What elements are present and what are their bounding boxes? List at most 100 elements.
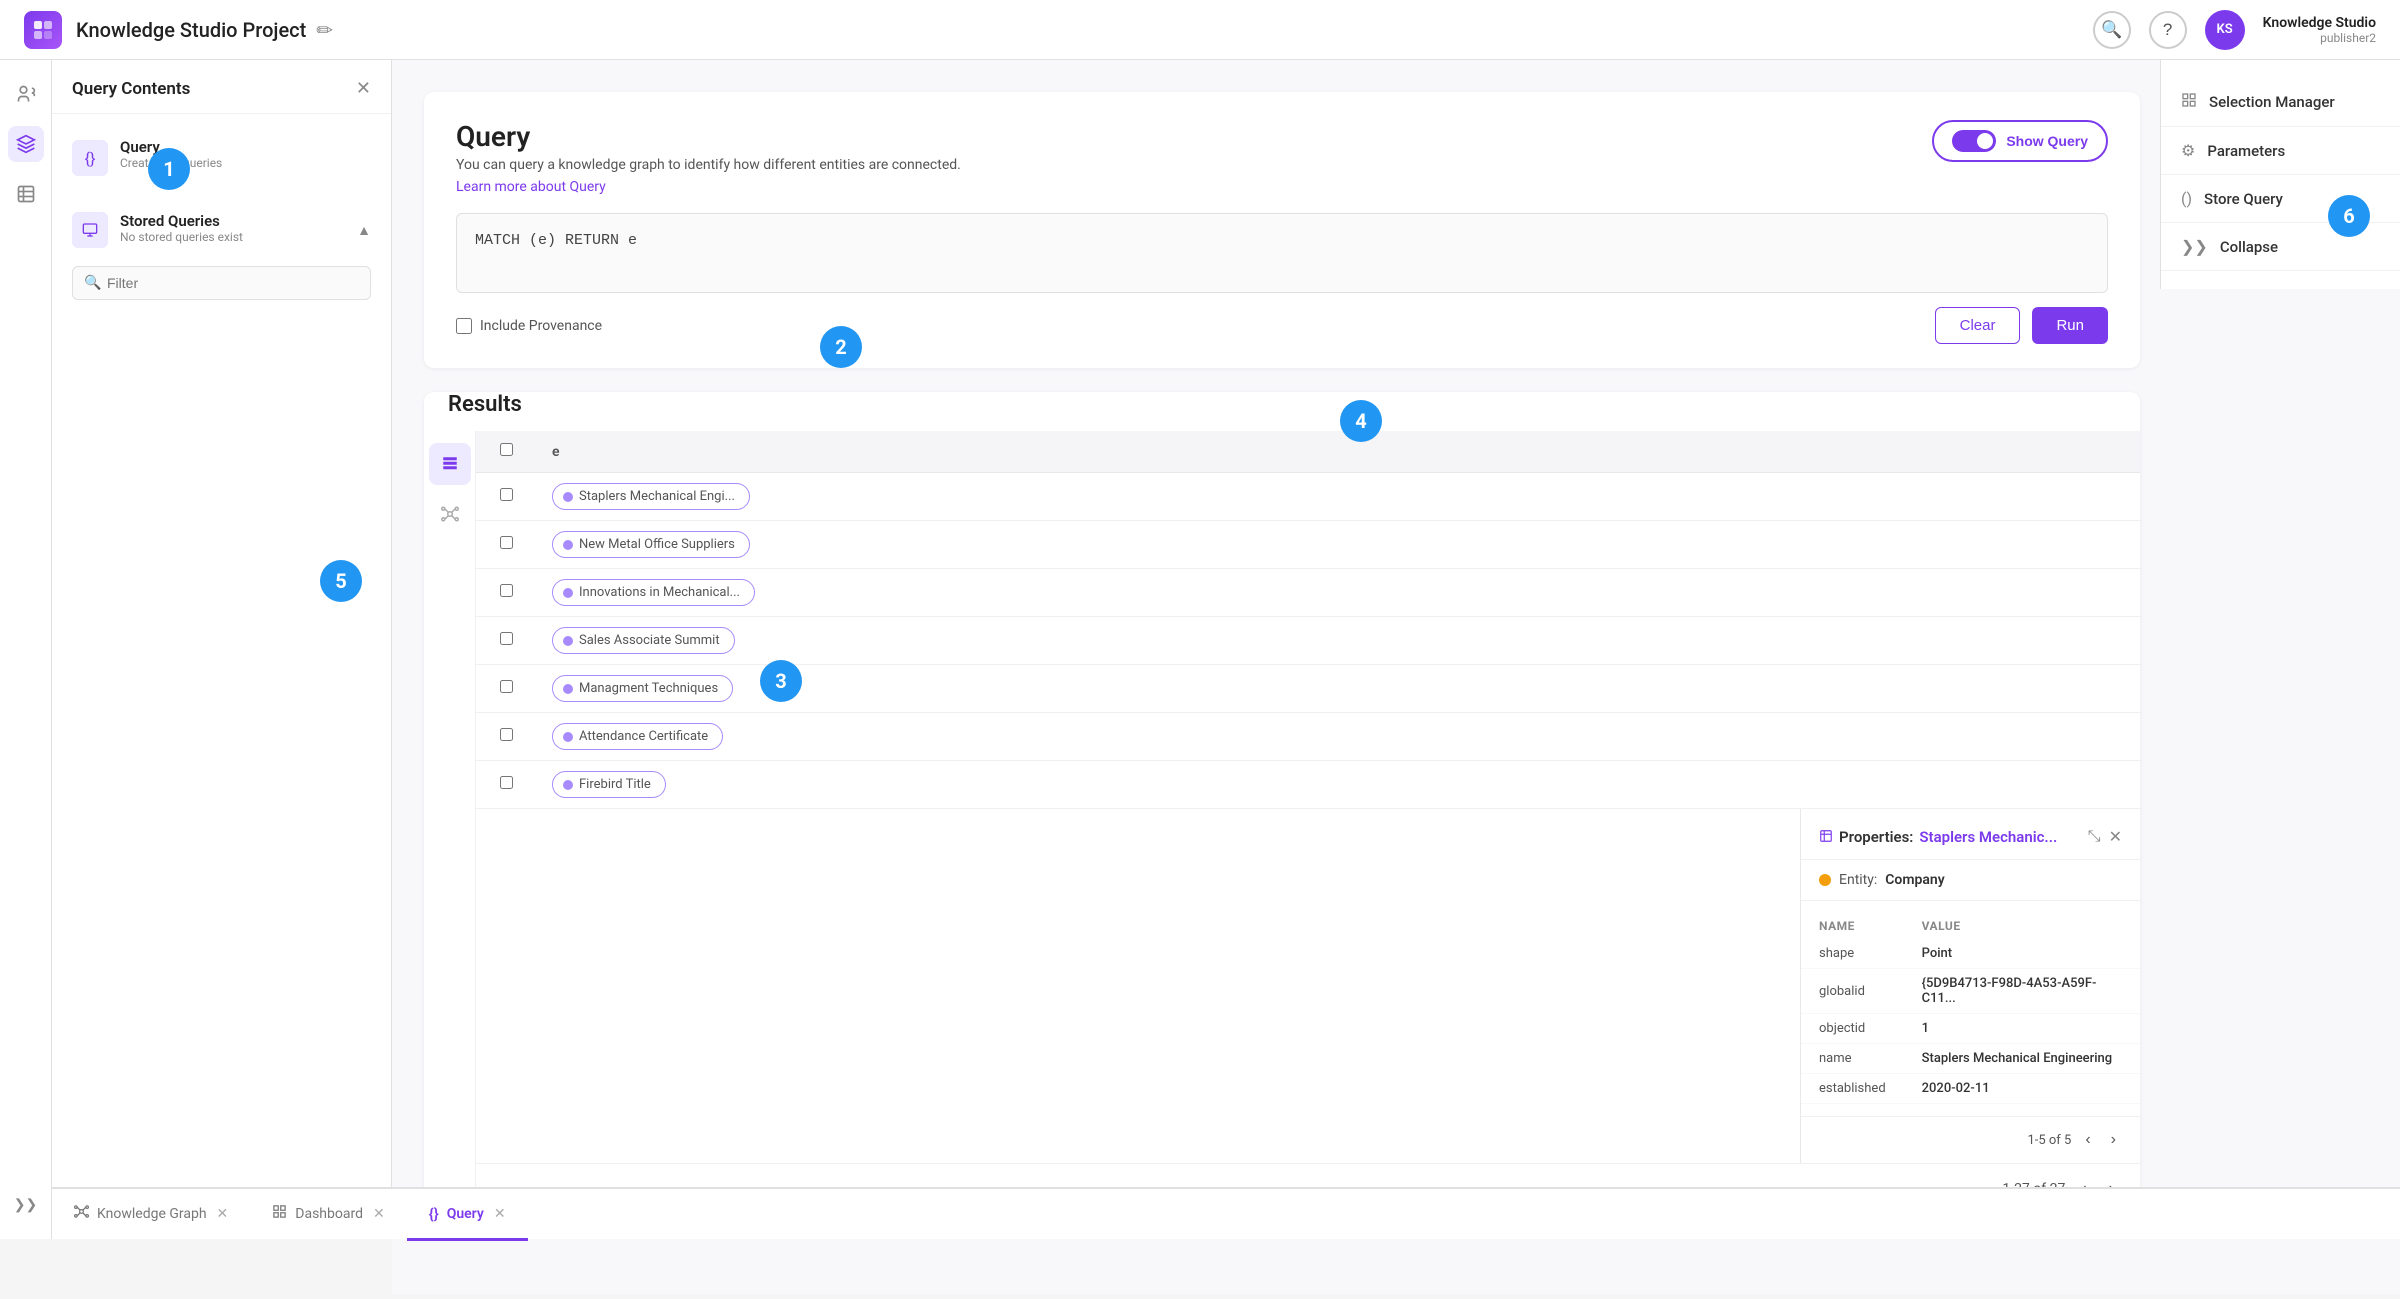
stored-queries-title: Stored Queries bbox=[120, 212, 243, 230]
expand-icon[interactable]: ❯❯ bbox=[8, 1187, 44, 1223]
query-description: You can query a knowledge graph to ident… bbox=[456, 157, 961, 173]
row-checkbox[interactable] bbox=[500, 680, 513, 693]
table-row[interactable]: New Metal Office Suppliers bbox=[476, 521, 2140, 569]
dashboard-tab-close[interactable]: ✕ bbox=[373, 1205, 385, 1222]
col-checkbox-header bbox=[476, 431, 536, 473]
props-expand-button[interactable]: ⤡ bbox=[2088, 827, 2101, 847]
props-close-button[interactable]: ✕ bbox=[2109, 827, 2122, 847]
entity-tag-dot bbox=[563, 780, 573, 790]
tab-knowledge-graph[interactable]: Knowledge Graph ✕ bbox=[52, 1189, 250, 1241]
provenance-checkbox-label[interactable]: Include Provenance bbox=[456, 318, 602, 334]
table-row[interactable]: Staplers Mechanical Engi... bbox=[476, 473, 2140, 521]
toggle-pill bbox=[1952, 130, 1996, 152]
learn-more-link[interactable]: Learn more about Query bbox=[456, 179, 606, 195]
graph-view-button[interactable] bbox=[429, 493, 471, 535]
entity-tag-dot bbox=[563, 684, 573, 694]
sidebar-icon-layers[interactable] bbox=[8, 126, 44, 162]
entity-row: Entity: Company bbox=[1801, 860, 2140, 901]
run-button[interactable]: Run bbox=[2032, 307, 2108, 344]
entity-tag[interactable]: Sales Associate Summit bbox=[552, 627, 735, 654]
filter-search-icon: 🔍 bbox=[84, 275, 101, 291]
query-editor[interactable]: MATCH (e) RETURN e bbox=[456, 213, 2108, 293]
table-row[interactable]: Innovations in Mechanical... bbox=[476, 569, 2140, 617]
show-query-button[interactable]: Show Query bbox=[1932, 120, 2108, 162]
step-badge-2: 2 bbox=[820, 326, 862, 368]
chevron-up-button[interactable]: ▲ bbox=[357, 222, 371, 238]
step-badge-3: 3 bbox=[760, 660, 802, 702]
provenance-checkbox[interactable] bbox=[456, 318, 472, 334]
filter-wrap: 🔍 bbox=[52, 256, 391, 310]
entity-tag-dot bbox=[563, 588, 573, 598]
entity-tag[interactable]: Innovations in Mechanical... bbox=[552, 579, 755, 606]
row-checkbox-cell bbox=[476, 569, 536, 617]
project-title: Knowledge Studio Project ✏ bbox=[76, 18, 333, 42]
entity-tag[interactable]: Staplers Mechanical Engi... bbox=[552, 483, 750, 510]
collapse-icon: ❯❯ bbox=[2181, 237, 2208, 256]
bottom-tabs: Knowledge Graph ✕ Dashboard ✕ {} Query ✕ bbox=[52, 1187, 2400, 1239]
edit-icon[interactable]: ✏ bbox=[316, 18, 333, 42]
props-col-value: Value bbox=[1904, 913, 2140, 939]
step-badge-6: 6 bbox=[2328, 195, 2370, 237]
row-checkbox[interactable] bbox=[500, 632, 513, 645]
query-item-section: {} Query Create new queries bbox=[52, 114, 391, 200]
parameters-label: Parameters bbox=[2207, 142, 2285, 160]
row-entity-cell: Sales Associate Summit bbox=[536, 617, 2140, 665]
row-checkbox[interactable] bbox=[500, 776, 513, 789]
right-panel-selection-manager[interactable]: Selection Manager bbox=[2161, 78, 2400, 127]
tab-query[interactable]: {} Query ✕ bbox=[407, 1189, 528, 1241]
entity-tag[interactable]: New Metal Office Suppliers bbox=[552, 531, 750, 558]
table-view-button[interactable] bbox=[429, 443, 471, 485]
entity-tag[interactable]: Firebird Title bbox=[552, 771, 666, 798]
props-row: objectid 1 bbox=[1801, 1014, 2140, 1044]
app-logo bbox=[24, 11, 62, 49]
main-content: Query You can query a knowledge graph to… bbox=[392, 60, 2400, 1294]
sidebar-icon-table[interactable] bbox=[8, 176, 44, 212]
panel-close-button[interactable]: ✕ bbox=[356, 78, 371, 99]
row-entity-cell: Innovations in Mechanical... bbox=[536, 569, 2140, 617]
tab-dashboard[interactable]: Dashboard ✕ bbox=[250, 1189, 406, 1241]
sidebar-icon-users[interactable] bbox=[8, 76, 44, 112]
props-col-name: Name bbox=[1801, 913, 1904, 939]
clear-button[interactable]: Clear bbox=[1935, 307, 2021, 344]
right-panel-parameters[interactable]: ⚙ Parameters bbox=[2161, 127, 2400, 175]
query-section: Query You can query a knowledge graph to… bbox=[424, 92, 2140, 368]
entity-tag[interactable]: Attendance Certificate bbox=[552, 723, 723, 750]
query-item[interactable]: {} Query Create new queries bbox=[72, 128, 371, 186]
parameters-icon: ⚙ bbox=[2181, 141, 2195, 160]
collapse-label: Collapse bbox=[2220, 238, 2278, 256]
filter-input[interactable] bbox=[72, 266, 371, 300]
search-button[interactable]: 🔍 bbox=[2093, 11, 2131, 49]
props-row: Properties: Staplers Mechanic... ⤡ ✕ Ent… bbox=[476, 809, 2140, 1163]
props-next-button[interactable]: › bbox=[2105, 1127, 2122, 1153]
table-row[interactable]: Attendance Certificate bbox=[476, 713, 2140, 761]
selection-manager-icon bbox=[2181, 92, 2197, 112]
props-prev-button[interactable]: ‹ bbox=[2079, 1127, 2096, 1153]
row-checkbox[interactable] bbox=[500, 536, 513, 549]
table-row[interactable]: Firebird Title bbox=[476, 761, 2140, 809]
props-row: name Staplers Mechanical Engineering bbox=[1801, 1044, 2140, 1074]
entity-tag[interactable]: Managment Techniques bbox=[552, 675, 733, 702]
store-query-label: Store Query bbox=[2204, 190, 2283, 208]
props-row: globalid {5D9B4713-F98D-4A53-A59F-C11... bbox=[1801, 969, 2140, 1014]
step-badge-4: 4 bbox=[1340, 400, 1382, 442]
col-e-header: e bbox=[536, 431, 2140, 473]
entity-tag-dot bbox=[563, 540, 573, 550]
help-button[interactable]: ? bbox=[2149, 11, 2187, 49]
results-table-wrap: e Staplers Mechanical Engi... New Metal … bbox=[476, 431, 2140, 1214]
table-row[interactable]: Managment Techniques bbox=[476, 665, 2140, 713]
select-all-checkbox[interactable] bbox=[500, 443, 513, 456]
results-table: e Staplers Mechanical Engi... New Metal … bbox=[476, 431, 2140, 809]
props-title-icon bbox=[1819, 828, 1833, 847]
row-checkbox[interactable] bbox=[500, 584, 513, 597]
query-tab-close[interactable]: ✕ bbox=[494, 1205, 506, 1222]
dashboard-tab-icon bbox=[272, 1204, 287, 1223]
view-toggle bbox=[424, 431, 476, 1214]
table-row[interactable]: Sales Associate Summit bbox=[476, 617, 2140, 665]
row-checkbox-cell bbox=[476, 761, 536, 809]
row-checkbox[interactable] bbox=[500, 488, 513, 501]
props-pagination: 1-5 of 5 ‹ › bbox=[1801, 1116, 2140, 1163]
stored-queries-icon bbox=[72, 212, 108, 248]
row-checkbox[interactable] bbox=[500, 728, 513, 741]
knowledge-graph-tab-close[interactable]: ✕ bbox=[217, 1205, 229, 1222]
row-checkbox-cell bbox=[476, 521, 536, 569]
